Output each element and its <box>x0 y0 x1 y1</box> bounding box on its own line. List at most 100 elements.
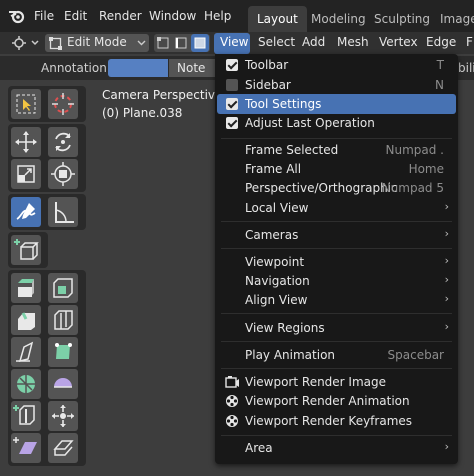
sidebar-checkbox[interactable] <box>226 79 238 91</box>
edge-select-icon[interactable] <box>174 36 189 50</box>
workspace-tab-sculpting[interactable]: Sculpting <box>374 6 430 32</box>
menu-item-frame-all[interactable]: Frame All Home <box>215 159 458 179</box>
menu-item-viewport-render-image[interactable]: Viewport Render Image <box>215 372 458 392</box>
bevel-tool[interactable] <box>11 305 41 335</box>
annotation-placement-button[interactable]: Note <box>169 59 215 77</box>
render-keyframes-icon <box>226 415 238 427</box>
menu-item-label: Align View <box>245 293 308 307</box>
menu-item-shortcut: Numpad 5 <box>381 181 444 195</box>
menu-item-shortcut: Numpad . <box>385 143 445 157</box>
rip-region-tool[interactable] <box>48 433 78 463</box>
vertex-select-icon[interactable] <box>156 36 171 50</box>
menu-item-toolbar[interactable]: Toolbar T <box>215 55 458 75</box>
menu-item-area[interactable]: Area › <box>215 438 458 458</box>
menu-select[interactable]: Select <box>258 35 295 49</box>
measure-tool[interactable] <box>48 197 78 227</box>
chevron-down-icon <box>137 40 146 46</box>
menu-item-local-view[interactable]: Local View › <box>215 198 458 218</box>
menu-item-label: Play Animation <box>245 348 336 362</box>
viewport-object-name: (0) Plane.038 <box>102 106 183 120</box>
select-box-tool[interactable] <box>11 89 41 119</box>
submenu-arrow-icon: › <box>444 254 449 267</box>
menu-item-label: Navigation <box>245 274 310 288</box>
transform-tool[interactable] <box>48 159 78 189</box>
menu-separator <box>221 435 452 436</box>
submenu-arrow-icon: › <box>444 200 449 213</box>
spin-tool[interactable] <box>11 369 41 399</box>
adjust-last-operation-checkbox[interactable] <box>226 117 238 129</box>
menu-item-label: Viewport Render Image <box>245 375 387 389</box>
workspace-tab-modeling[interactable]: Modeling <box>311 6 366 32</box>
view-menu-dropdown: Toolbar T Sidebar N Tool Settings Adjust… <box>215 54 458 464</box>
submenu-arrow-icon: › <box>444 292 449 305</box>
move-tool[interactable] <box>11 127 41 157</box>
submenu-arrow-icon: › <box>444 440 449 453</box>
menu-add[interactable]: Add <box>302 35 325 49</box>
menu-item-viewpoint[interactable]: Viewpoint › <box>215 252 458 272</box>
menu-item-navigation[interactable]: Navigation › <box>215 271 458 291</box>
menu-item-sidebar[interactable]: Sidebar N <box>215 75 458 95</box>
menu-item-viewport-render-animation[interactable]: Viewport Render Animation <box>215 391 458 411</box>
menu-help[interactable]: Help <box>204 9 231 23</box>
workspace-tab-image[interactable]: Image <box>440 6 474 32</box>
submenu-arrow-icon: › <box>444 320 449 333</box>
menu-item-label: Viewport Render Animation <box>245 394 410 408</box>
menu-item-shortcut: Spacebar <box>387 348 444 362</box>
menu-item-viewport-render-keyframes[interactable]: Viewport Render Keyframes <box>215 411 458 431</box>
shear-tool[interactable] <box>11 433 41 463</box>
tool-settings-checkbox[interactable] <box>226 98 238 110</box>
menu-item-view-regions[interactable]: View Regions › <box>215 318 458 338</box>
workspace-tab-layout[interactable]: Layout <box>248 6 307 32</box>
menu-view[interactable]: View <box>220 35 248 49</box>
menu-item-adjust-last-operation[interactable]: Adjust Last Operation <box>215 113 458 133</box>
menu-mesh[interactable]: Mesh <box>337 35 369 49</box>
menu-item-label: Toolbar <box>245 58 289 72</box>
menu-item-cameras[interactable]: Cameras › <box>215 225 458 245</box>
menu-face[interactable]: F <box>466 35 473 49</box>
shrink-fatten-tool[interactable] <box>48 401 78 431</box>
cursor-tool[interactable] <box>48 89 78 119</box>
editor-type-icon[interactable] <box>10 35 40 51</box>
menu-item-perspective-orthographic[interactable]: Perspective/Orthographic Numpad 5 <box>215 178 458 198</box>
menu-item-align-view[interactable]: Align View › <box>215 290 458 310</box>
menu-item-label: Tool Settings <box>245 97 322 111</box>
mode-label: Edit Mode <box>67 35 127 49</box>
menu-separator <box>221 248 452 249</box>
menu-item-label: View Regions <box>245 321 325 335</box>
knife-tool[interactable] <box>11 337 41 367</box>
blender-logo-icon[interactable] <box>8 8 26 24</box>
extrude-region-tool[interactable] <box>11 273 41 303</box>
mode-dropdown[interactable]: Edit Mode <box>45 34 149 52</box>
menu-item-label: Local View <box>245 201 309 215</box>
annotation-color-swatch[interactable] <box>108 59 168 77</box>
menu-file[interactable]: File <box>34 9 54 23</box>
menu-edit[interactable]: Edit <box>64 9 87 23</box>
menu-vertex[interactable]: Vertex <box>379 35 418 49</box>
menu-separator <box>221 138 452 139</box>
menu-item-label: Sidebar <box>245 78 291 92</box>
add-cube-tool[interactable] <box>11 235 41 265</box>
annotation-placement-label: Note <box>177 61 206 75</box>
menu-render[interactable]: Render <box>99 9 142 23</box>
menu-item-label: Perspective/Orthographic <box>245 181 398 195</box>
scale-tool[interactable] <box>11 159 41 189</box>
annotate-tool[interactable] <box>11 197 41 227</box>
menu-item-shortcut: N <box>435 78 444 92</box>
menu-separator <box>221 368 452 369</box>
menu-window[interactable]: Window <box>149 9 196 23</box>
poly-build-tool[interactable] <box>48 337 78 367</box>
inset-faces-tool[interactable] <box>48 273 78 303</box>
toolbar-checkbox[interactable] <box>226 59 238 71</box>
menu-item-tool-settings[interactable]: Tool Settings <box>217 94 456 114</box>
loop-cut-tool[interactable] <box>48 305 78 335</box>
rotate-tool[interactable] <box>48 127 78 157</box>
smooth-tool[interactable] <box>48 369 78 399</box>
menu-edge[interactable]: Edge <box>426 35 456 49</box>
menu-item-frame-selected[interactable]: Frame Selected Numpad . <box>215 140 458 160</box>
face-select-icon[interactable] <box>191 34 209 52</box>
edge-slide-tool[interactable] <box>11 401 41 431</box>
menu-item-label: Adjust Last Operation <box>245 116 375 130</box>
stabilizer-label-partial: bili <box>458 61 474 75</box>
menu-item-shortcut: Home <box>408 162 444 176</box>
menu-item-play-animation[interactable]: Play Animation Spacebar <box>215 345 458 365</box>
